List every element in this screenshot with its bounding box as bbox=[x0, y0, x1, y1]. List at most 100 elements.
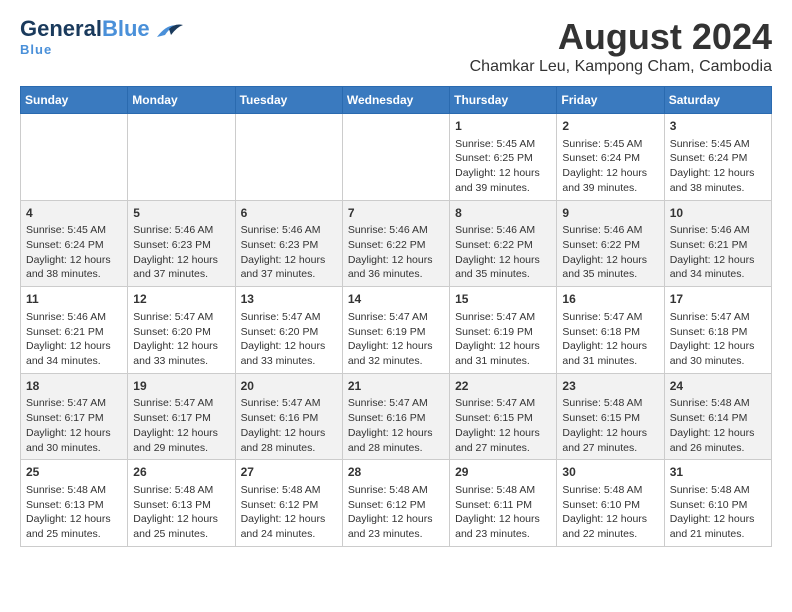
day-info: Sunset: 6:25 PM bbox=[455, 151, 551, 166]
day-info: Sunrise: 5:47 AM bbox=[133, 396, 229, 411]
calendar-cell: 15Sunrise: 5:47 AMSunset: 6:19 PMDayligh… bbox=[450, 287, 557, 374]
logo-subtitle: Blue bbox=[20, 42, 52, 57]
day-info: Sunrise: 5:46 AM bbox=[26, 310, 122, 325]
calendar-cell: 13Sunrise: 5:47 AMSunset: 6:20 PMDayligh… bbox=[235, 287, 342, 374]
day-info: Sunset: 6:12 PM bbox=[241, 498, 337, 513]
calendar-cell: 21Sunrise: 5:47 AMSunset: 6:16 PMDayligh… bbox=[342, 373, 449, 460]
calendar-cell: 20Sunrise: 5:47 AMSunset: 6:16 PMDayligh… bbox=[235, 373, 342, 460]
page-title: August 2024 bbox=[470, 16, 772, 58]
day-number: 10 bbox=[670, 205, 766, 222]
day-info: Sunset: 6:24 PM bbox=[26, 238, 122, 253]
calendar-cell: 14Sunrise: 5:47 AMSunset: 6:19 PMDayligh… bbox=[342, 287, 449, 374]
day-info: Daylight: 12 hours bbox=[26, 426, 122, 441]
day-info: Sunset: 6:23 PM bbox=[241, 238, 337, 253]
day-info: Sunset: 6:17 PM bbox=[26, 411, 122, 426]
day-info: Sunrise: 5:47 AM bbox=[241, 310, 337, 325]
day-info: Sunrise: 5:46 AM bbox=[562, 223, 658, 238]
calendar-cell: 23Sunrise: 5:48 AMSunset: 6:15 PMDayligh… bbox=[557, 373, 664, 460]
day-info: Sunset: 6:21 PM bbox=[26, 325, 122, 340]
calendar-cell: 2Sunrise: 5:45 AMSunset: 6:24 PMDaylight… bbox=[557, 114, 664, 201]
day-info: Sunrise: 5:48 AM bbox=[348, 483, 444, 498]
day-info: Daylight: 12 hours bbox=[26, 253, 122, 268]
day-number: 28 bbox=[348, 464, 444, 481]
week-row-1: 1Sunrise: 5:45 AMSunset: 6:25 PMDaylight… bbox=[21, 114, 772, 201]
day-number: 13 bbox=[241, 291, 337, 308]
day-number: 12 bbox=[133, 291, 229, 308]
day-info: Sunset: 6:10 PM bbox=[562, 498, 658, 513]
day-info: Sunset: 6:22 PM bbox=[455, 238, 551, 253]
calendar-cell: 11Sunrise: 5:46 AMSunset: 6:21 PMDayligh… bbox=[21, 287, 128, 374]
day-number: 18 bbox=[26, 378, 122, 395]
day-number: 23 bbox=[562, 378, 658, 395]
header-day-saturday: Saturday bbox=[664, 87, 771, 114]
day-info: and 21 minutes. bbox=[670, 527, 766, 542]
day-info: Daylight: 12 hours bbox=[455, 166, 551, 181]
week-row-4: 18Sunrise: 5:47 AMSunset: 6:17 PMDayligh… bbox=[21, 373, 772, 460]
day-number: 8 bbox=[455, 205, 551, 222]
day-info: Sunrise: 5:47 AM bbox=[562, 310, 658, 325]
day-info: Daylight: 12 hours bbox=[455, 253, 551, 268]
calendar-cell: 25Sunrise: 5:48 AMSunset: 6:13 PMDayligh… bbox=[21, 460, 128, 547]
day-info: Sunset: 6:15 PM bbox=[455, 411, 551, 426]
day-info: Sunset: 6:19 PM bbox=[455, 325, 551, 340]
day-info: Sunrise: 5:45 AM bbox=[670, 137, 766, 152]
calendar-cell: 6Sunrise: 5:46 AMSunset: 6:23 PMDaylight… bbox=[235, 200, 342, 287]
day-info: Sunrise: 5:47 AM bbox=[133, 310, 229, 325]
calendar-cell: 31Sunrise: 5:48 AMSunset: 6:10 PMDayligh… bbox=[664, 460, 771, 547]
calendar-cell: 16Sunrise: 5:47 AMSunset: 6:18 PMDayligh… bbox=[557, 287, 664, 374]
day-info: Daylight: 12 hours bbox=[348, 339, 444, 354]
calendar-cell: 24Sunrise: 5:48 AMSunset: 6:14 PMDayligh… bbox=[664, 373, 771, 460]
day-info: and 36 minutes. bbox=[348, 267, 444, 282]
calendar-cell: 3Sunrise: 5:45 AMSunset: 6:24 PMDaylight… bbox=[664, 114, 771, 201]
day-info: Daylight: 12 hours bbox=[241, 253, 337, 268]
day-info: Daylight: 12 hours bbox=[133, 253, 229, 268]
day-number: 2 bbox=[562, 118, 658, 135]
day-info: and 25 minutes. bbox=[26, 527, 122, 542]
day-info: and 22 minutes. bbox=[562, 527, 658, 542]
day-number: 4 bbox=[26, 205, 122, 222]
day-info: Daylight: 12 hours bbox=[241, 339, 337, 354]
day-info: Daylight: 12 hours bbox=[133, 512, 229, 527]
calendar-cell: 4Sunrise: 5:45 AMSunset: 6:24 PMDaylight… bbox=[21, 200, 128, 287]
calendar-cell: 5Sunrise: 5:46 AMSunset: 6:23 PMDaylight… bbox=[128, 200, 235, 287]
day-info: Sunset: 6:18 PM bbox=[670, 325, 766, 340]
header-row: SundayMondayTuesdayWednesdayThursdayFrid… bbox=[21, 87, 772, 114]
calendar-cell: 19Sunrise: 5:47 AMSunset: 6:17 PMDayligh… bbox=[128, 373, 235, 460]
calendar-cell: 26Sunrise: 5:48 AMSunset: 6:13 PMDayligh… bbox=[128, 460, 235, 547]
day-info: and 30 minutes. bbox=[670, 354, 766, 369]
day-info: and 35 minutes. bbox=[562, 267, 658, 282]
day-info: and 23 minutes. bbox=[455, 527, 551, 542]
day-info: Sunset: 6:20 PM bbox=[133, 325, 229, 340]
day-info: Sunrise: 5:46 AM bbox=[133, 223, 229, 238]
day-info: Sunset: 6:22 PM bbox=[348, 238, 444, 253]
day-info: Sunrise: 5:45 AM bbox=[26, 223, 122, 238]
day-info: and 32 minutes. bbox=[348, 354, 444, 369]
header-day-friday: Friday bbox=[557, 87, 664, 114]
calendar-cell: 10Sunrise: 5:46 AMSunset: 6:21 PMDayligh… bbox=[664, 200, 771, 287]
day-info: Daylight: 12 hours bbox=[562, 426, 658, 441]
day-info: Sunset: 6:24 PM bbox=[562, 151, 658, 166]
header-day-wednesday: Wednesday bbox=[342, 87, 449, 114]
day-info: Sunrise: 5:46 AM bbox=[241, 223, 337, 238]
day-number: 5 bbox=[133, 205, 229, 222]
day-info: Sunset: 6:13 PM bbox=[26, 498, 122, 513]
calendar-cell bbox=[235, 114, 342, 201]
day-info: Sunrise: 5:46 AM bbox=[670, 223, 766, 238]
calendar-cell: 7Sunrise: 5:46 AMSunset: 6:22 PMDaylight… bbox=[342, 200, 449, 287]
logo-blue: Blue bbox=[102, 16, 150, 41]
day-info: and 28 minutes. bbox=[241, 441, 337, 456]
day-info: and 38 minutes. bbox=[670, 181, 766, 196]
calendar-cell: 28Sunrise: 5:48 AMSunset: 6:12 PMDayligh… bbox=[342, 460, 449, 547]
day-info: and 25 minutes. bbox=[133, 527, 229, 542]
day-info: and 26 minutes. bbox=[670, 441, 766, 456]
day-number: 11 bbox=[26, 291, 122, 308]
day-info: Sunset: 6:15 PM bbox=[562, 411, 658, 426]
day-info: Sunset: 6:23 PM bbox=[133, 238, 229, 253]
day-info: Daylight: 12 hours bbox=[348, 426, 444, 441]
day-number: 22 bbox=[455, 378, 551, 395]
day-info: Daylight: 12 hours bbox=[241, 426, 337, 441]
day-number: 16 bbox=[562, 291, 658, 308]
day-number: 31 bbox=[670, 464, 766, 481]
day-number: 20 bbox=[241, 378, 337, 395]
day-number: 6 bbox=[241, 205, 337, 222]
